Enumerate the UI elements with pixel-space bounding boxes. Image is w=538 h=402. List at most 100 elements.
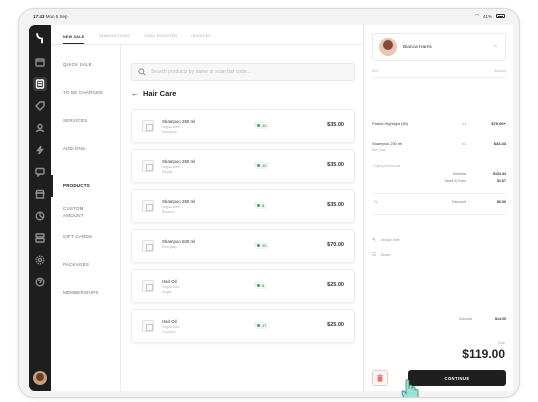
- tab-cash-register[interactable]: Cash Register: [144, 34, 177, 44]
- remove-client-icon[interactable]: ×: [494, 44, 497, 50]
- user-avatar[interactable]: [33, 371, 47, 385]
- stock-badge: 12: [254, 122, 270, 129]
- divider: [372, 77, 506, 78]
- calendar-icon[interactable]: [33, 55, 47, 69]
- wifi-icon: ◠: [475, 13, 479, 18]
- product-image-icon: [142, 160, 154, 172]
- product-info: Shampoo 250 ml Vegan Bee Everyday: [162, 119, 195, 135]
- stock-count: 10: [262, 163, 267, 168]
- search-input[interactable]: [151, 69, 351, 75]
- category-gift-cards[interactable]: Gift Cards: [63, 233, 92, 240]
- nav-rail: ᓭ: [29, 25, 51, 391]
- battery-icon: [496, 14, 505, 18]
- category-custom-amount[interactable]: Custom Amount: [63, 205, 103, 219]
- in-stock-dot-icon: [257, 204, 260, 207]
- product-variant: Botanic: [162, 210, 174, 214]
- in-stock-dot-icon: [257, 164, 260, 167]
- category-services[interactable]: Services: [63, 117, 87, 124]
- discount-label: Discount: [452, 200, 466, 204]
- subtotal-value: $14.00: [495, 317, 506, 321]
- divider: [372, 193, 506, 194]
- clear-cart-button[interactable]: [372, 370, 388, 386]
- summary-label: Subtotal: [452, 172, 466, 176]
- product-card[interactable]: Shampoo 500 ml Everyday 20 $70.00: [131, 229, 355, 263]
- inventory-icon[interactable]: [33, 231, 47, 245]
- summary-value: $1.67: [497, 179, 506, 183]
- continue-button[interactable]: Continue: [408, 370, 506, 386]
- stock-count: 20: [262, 243, 267, 248]
- tab-new-sale[interactable]: New Sale: [63, 35, 85, 44]
- stock-badge: 10: [254, 162, 270, 169]
- back-arrow-icon[interactable]: ←: [131, 89, 139, 98]
- line-name: Shampoo 250 ml: [372, 141, 403, 146]
- tab-invoices[interactable]: Invoices: [191, 34, 211, 44]
- cart-column-header: Item Amount: [372, 69, 506, 73]
- stock-count: 6: [262, 283, 265, 288]
- category-header: ← Hair Care: [131, 89, 176, 98]
- category-to-be-charged[interactable]: To Be Charged: [63, 89, 103, 96]
- settings-icon[interactable]: [33, 253, 47, 267]
- product-price: $35.00: [327, 162, 344, 168]
- tablet-frame: 17:43 Mon 5 Sep ◠ 41% ᓭ New Sale Transac…: [18, 8, 520, 398]
- promo-code-link[interactable]: + Apply promo/code: [372, 164, 400, 168]
- category-products[interactable]: Products: [63, 182, 90, 189]
- register-icon[interactable]: [33, 77, 47, 91]
- category-quick-sale[interactable]: Quick Sale: [63, 61, 92, 68]
- category-add-ons[interactable]: Add-ons: [63, 145, 85, 152]
- in-stock-dot-icon: [257, 124, 260, 127]
- app-logo[interactable]: ᓭ: [32, 31, 48, 47]
- status-date: Mon 5 Sep: [45, 13, 68, 19]
- category-packages[interactable]: Packages: [63, 261, 89, 268]
- reports-icon[interactable]: [33, 209, 47, 223]
- product-price: $35.00: [327, 122, 344, 128]
- product-image-icon: [142, 240, 154, 252]
- cart-line-item[interactable]: Shampoo 250 ml x1 $33.33: [372, 141, 506, 146]
- in-stock-dot-icon: [257, 324, 260, 327]
- category-memberships[interactable]: Memberships: [63, 289, 98, 296]
- chat-icon[interactable]: [33, 165, 47, 179]
- help-icon[interactable]: [33, 275, 47, 289]
- client-selector[interactable]: Bianca Harris ×: [372, 33, 506, 61]
- in-stock-dot-icon: [257, 284, 260, 287]
- product-info: Hair Oil Vegan Bee Argan: [162, 279, 180, 295]
- product-info: Shampoo 500 ml Everyday: [162, 239, 195, 250]
- assign-sale-option[interactable]: ✎ Assign Sale: [372, 237, 400, 243]
- product-image-icon: [142, 200, 154, 212]
- summary-label: Taxes & Fees: [444, 179, 466, 183]
- product-card[interactable]: Shampoo 250 ml Vegan Bee Everyday 12 $35…: [131, 109, 355, 143]
- line-amount: $33.33: [493, 141, 506, 146]
- product-image-icon: [142, 120, 154, 132]
- column-amount: Amount: [494, 69, 506, 73]
- product-variant: Repair: [162, 170, 173, 174]
- stock-count: 8: [262, 203, 265, 208]
- line-qty: x1: [462, 141, 467, 146]
- summary-value: $103.33: [493, 172, 506, 176]
- product-card[interactable]: Hair Oil Vegan Bee Coconut 17 $25.00: [131, 309, 355, 343]
- tab-transactions[interactable]: Transactions: [98, 34, 130, 44]
- product-info: Shampoo 250 ml Vegan Bee Botanic: [162, 199, 195, 215]
- product-brand: Everyday: [162, 245, 177, 249]
- status-right: ◠ 41%: [475, 13, 505, 19]
- tag-icon[interactable]: [33, 99, 47, 113]
- clients-icon[interactable]: [33, 121, 47, 135]
- product-search[interactable]: [131, 63, 355, 81]
- product-image-icon: [142, 280, 154, 292]
- product-image-icon: [142, 320, 154, 332]
- stock-badge: 17: [254, 322, 270, 329]
- stock-badge: 6: [254, 282, 268, 289]
- category-title: Hair Care: [143, 89, 177, 98]
- notes-option[interactable]: ☰ Notes: [372, 252, 390, 258]
- product-card[interactable]: Shampoo 250 ml Vegan Bee Repair 10 $35.0…: [131, 149, 355, 183]
- bolt-icon[interactable]: [33, 143, 47, 157]
- column-item: Item: [372, 69, 379, 73]
- stock-count: 17: [262, 323, 267, 328]
- store-icon[interactable]: [33, 187, 47, 201]
- category-list: Quick Sale To Be Charged Services Add-on…: [51, 45, 121, 391]
- line-qty: x1: [462, 121, 467, 126]
- line-category: Hair Care: [372, 148, 386, 152]
- product-card[interactable]: Shampoo 250 ml Vegan Bee Botanic 8 $35.0…: [131, 189, 355, 223]
- product-variant: Everyday: [162, 130, 177, 134]
- client-name: Bianca Harris: [403, 44, 432, 50]
- cart-line-item[interactable]: Partial Highlight (5h) x1 $70.00+: [372, 121, 506, 126]
- product-card[interactable]: Hair Oil Vegan Bee Argan 6 $25.00: [131, 269, 355, 303]
